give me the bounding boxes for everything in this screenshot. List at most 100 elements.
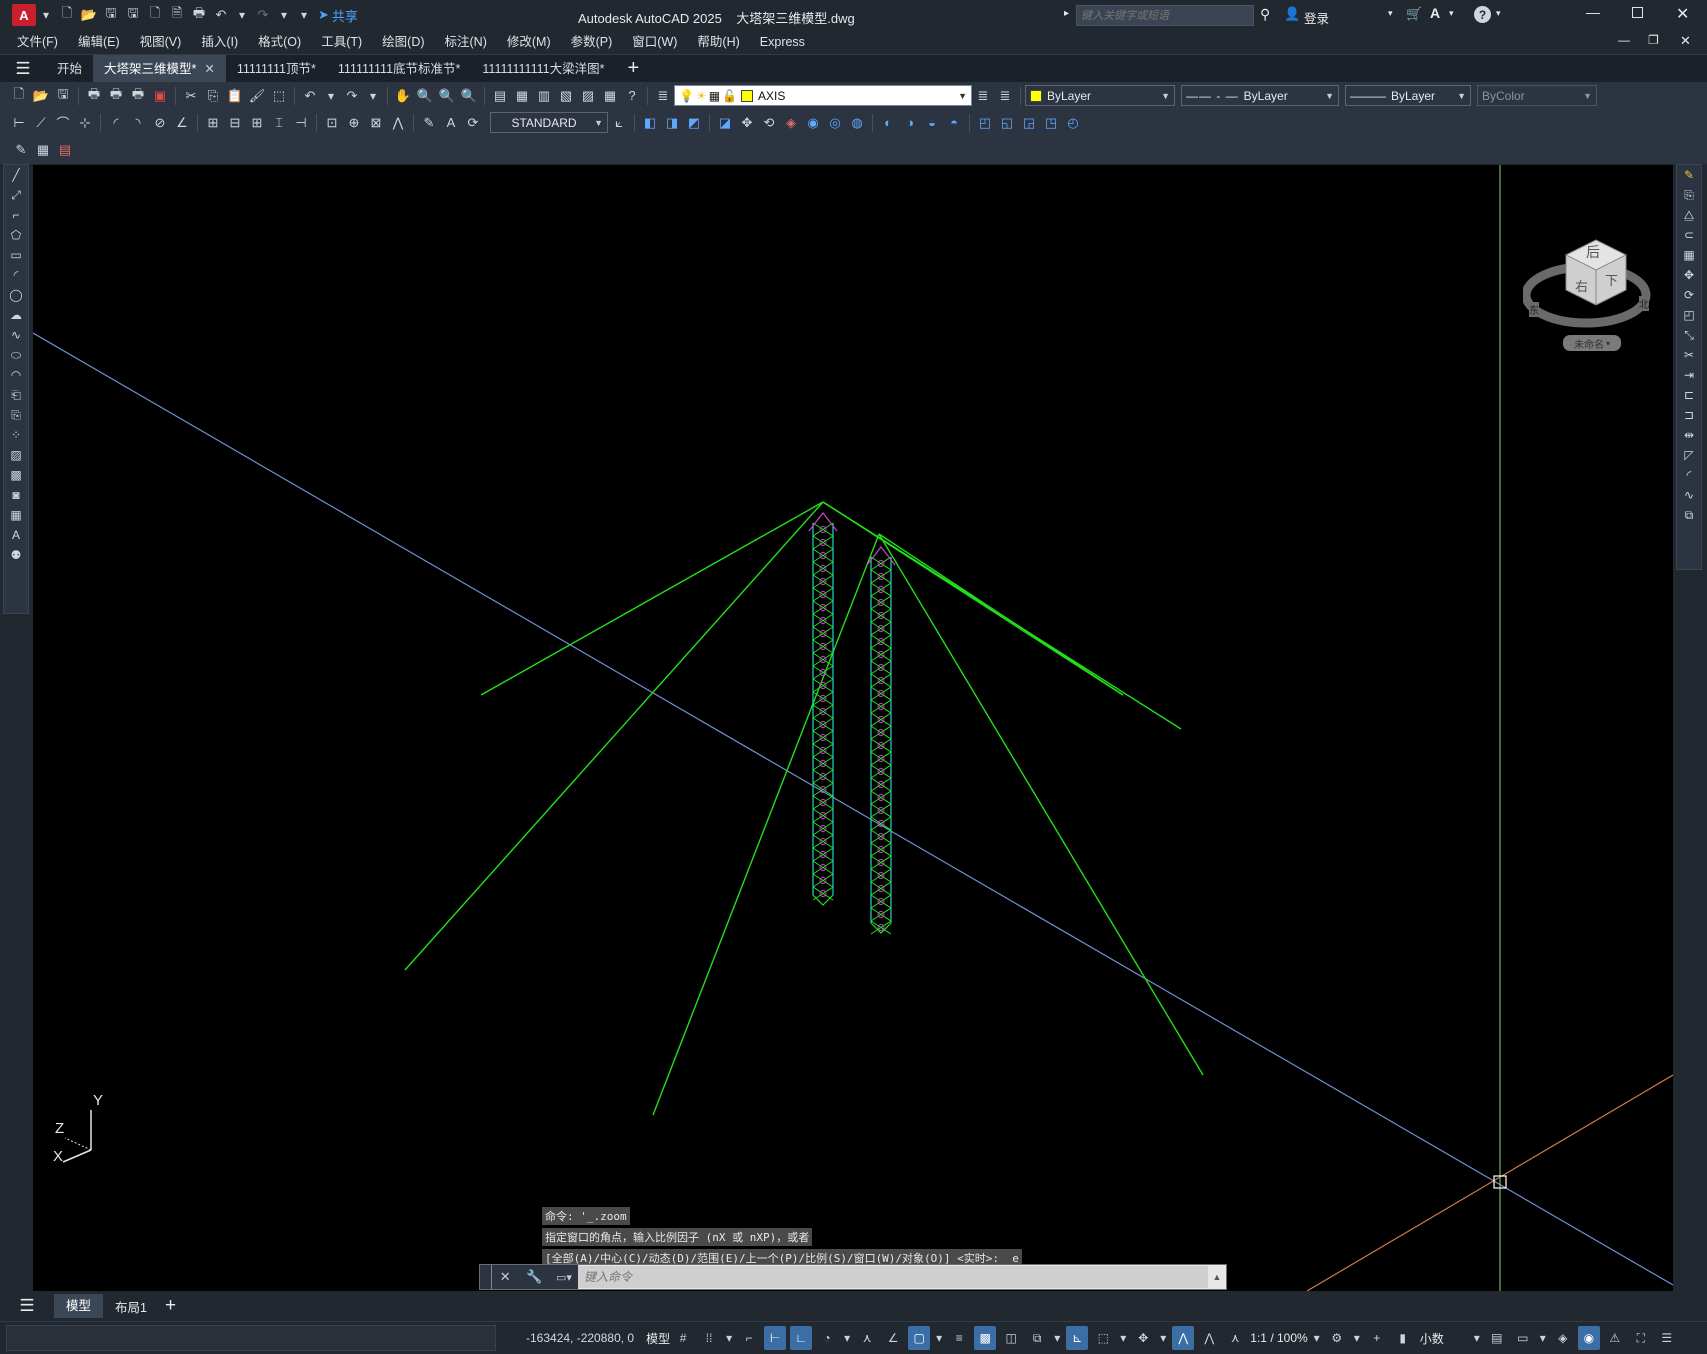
multiline-text-icon[interactable]: A [4, 525, 28, 545]
coordinates-readout[interactable]: -163424, -220880, 0 [526, 1331, 634, 1345]
expand-arrow-icon[interactable]: ▸ [1064, 8, 1069, 19]
help-icon[interactable]: ? [1474, 6, 1491, 23]
a360-dropdown-icon[interactable]: ▾ [1449, 8, 1454, 19]
workspace-dropdown-icon[interactable]: ▾ [1352, 1326, 1362, 1350]
tab-active-drawing[interactable]: 大塔架三维模型* ✕ [93, 54, 226, 83]
isodraft-icon[interactable]: ⋏ [856, 1326, 878, 1350]
construction-line-icon[interactable]: ⤢ [4, 185, 28, 205]
tab-start[interactable]: 开始 [46, 55, 93, 83]
viewcube-face-bottom[interactable]: 下 [1605, 270, 1618, 289]
publish-icon[interactable]: 🖶 [128, 86, 148, 106]
units-icon[interactable]: ▮ [1392, 1326, 1414, 1350]
doc-close-icon[interactable]: ✕ [1680, 33, 1691, 49]
search-input[interactable] [1076, 5, 1254, 26]
dimension-update-icon[interactable]: ⟳ [463, 113, 483, 133]
minimize-icon[interactable]: — [1586, 4, 1600, 20]
rotate-icon[interactable]: ⟳ [1677, 285, 1701, 305]
extend-icon[interactable]: ⇥ [1677, 365, 1701, 385]
polar-dropdown-icon[interactable]: ▾ [842, 1326, 852, 1350]
maximize-icon[interactable] [1632, 7, 1643, 18]
continue-dimension-icon[interactable]: ⊞ [247, 113, 267, 133]
autodesk-a360-icon[interactable]: A [1430, 5, 1440, 21]
polyline-icon[interactable]: ⌐ [4, 205, 28, 225]
layer-previous-icon[interactable]: ≣ [995, 86, 1015, 106]
array-icon[interactable]: ▦ [1677, 245, 1701, 265]
rotate-3d-icon[interactable]: ⟲ [759, 113, 779, 133]
units-value[interactable]: 小数 [1420, 1330, 1444, 1347]
close-icon[interactable]: ✕ [500, 1269, 511, 1285]
compass-east[interactable]: 东 [1529, 302, 1539, 317]
new-file-icon[interactable]: 🗋 [57, 5, 77, 25]
union-icon[interactable]: ◩ [684, 113, 704, 133]
menu-format[interactable]: 格式(O) [248, 30, 311, 54]
ordinate-dimension-icon[interactable]: ⊹ [75, 113, 95, 133]
polar-tracking-icon[interactable]: ◔ [816, 1326, 838, 1350]
open-icon[interactable]: 📂 [31, 86, 51, 106]
interfere-icon[interactable]: ◉ [803, 113, 823, 133]
scale-icon[interactable]: ◰ [1677, 305, 1701, 325]
new-icon[interactable]: 🗋 [9, 86, 29, 106]
scale-dropdown-icon[interactable]: ▾ [1312, 1326, 1322, 1350]
dimension-break-icon[interactable]: ⊣ [291, 113, 311, 133]
drawing-canvas[interactable]: 后 下 右 东 北 未命名 ▾ Y Z X [33, 165, 1673, 1291]
filter-dropdown-icon[interactable]: ▾ [1118, 1326, 1128, 1350]
ellipse-arc-icon[interactable]: ◠ [4, 365, 28, 385]
open-folder-icon[interactable]: 📂 [79, 5, 99, 25]
share-button[interactable]: ➤ 共享 [318, 6, 358, 25]
visual-style-conceptual-icon[interactable]: ◑ [900, 113, 920, 133]
add-selected-icon[interactable]: ⚉ [4, 545, 28, 565]
menu-tools[interactable]: 工具(T) [311, 30, 372, 54]
add-layout-plus-icon[interactable]: + [165, 1295, 176, 1317]
linetype-dropdown[interactable]: —— - — ByLayer ▼ [1181, 85, 1339, 106]
layer-viewport-icon[interactable]: ▦ [709, 89, 720, 103]
redo-icon[interactable]: ↷ [253, 5, 273, 25]
close-icon[interactable]: ✕ [1676, 4, 1689, 24]
dimension-style-icon[interactable]: ⟀ [609, 113, 629, 133]
gizmo-icon[interactable]: ✥ [1132, 1326, 1154, 1350]
menu-insert[interactable]: 插入(I) [191, 30, 248, 54]
menu-dimension[interactable]: 标注(N) [435, 30, 497, 54]
menu-draw[interactable]: 绘图(D) [372, 30, 434, 54]
make-current-layer-icon[interactable]: ≣ [973, 86, 993, 106]
plot-preview-icon[interactable]: 🖶 [106, 86, 126, 106]
flatshot-icon[interactable]: ◍ [847, 113, 867, 133]
dimstyle-dropdown[interactable]: STANDARD ▼ [490, 112, 608, 133]
save-as-icon[interactable]: 🖫 [123, 5, 143, 25]
command-history-toggle-icon[interactable]: ▲ [1208, 1272, 1226, 1282]
baseline-dimension-icon[interactable]: ⊟ [225, 113, 245, 133]
save-icon[interactable]: 🖫 [53, 86, 73, 106]
join-icon[interactable]: ⇹ [1677, 425, 1701, 445]
copy-icon[interactable]: ⎘ [203, 86, 223, 106]
annotation-scale-value[interactable]: 1:1 / 100% [1250, 1331, 1307, 1345]
markup-icon[interactable]: ▨ [578, 86, 598, 106]
doc-minimize-icon[interactable]: — [1618, 33, 1630, 47]
box-icon[interactable]: ◧ [640, 113, 660, 133]
dimension-text-edit-icon[interactable]: A [441, 113, 461, 133]
lock-ui-dropdown-icon[interactable]: ▾ [1538, 1326, 1548, 1350]
imprint-icon[interactable]: ◓ [944, 113, 964, 133]
viewcube[interactable]: 后 下 右 东 北 [1521, 210, 1673, 340]
open-web-icon[interactable]: 🗋 [145, 5, 165, 25]
break-icon[interactable]: ⊐ [1677, 405, 1701, 425]
hardware-acceleration-icon[interactable]: ◉ [1577, 1326, 1600, 1350]
section-plane-icon[interactable]: ◎ [825, 113, 845, 133]
units-dropdown-icon[interactable]: ▾ [1472, 1326, 1482, 1350]
gradient-icon[interactable]: ▩ [4, 465, 28, 485]
new-tab-plus-icon[interactable]: + [627, 57, 639, 80]
customize-qat-icon[interactable]: ▾ [295, 6, 313, 24]
object-snap-tracking-icon[interactable]: ∠ [882, 1326, 904, 1350]
block-editor-icon[interactable]: ⬚ [269, 86, 289, 106]
edge-fillet-icon[interactable]: ◈ [781, 113, 801, 133]
menu-view[interactable]: 视图(V) [130, 30, 192, 54]
command-prompt-icon[interactable]: ▭▾ [550, 1265, 578, 1289]
arc-icon[interactable]: ◜ [4, 265, 28, 285]
menu-edit[interactable]: 编辑(E) [68, 30, 130, 54]
snap-icon[interactable]: ⁞⁞ [698, 1326, 720, 1350]
mirror-icon[interactable]: ⧋ [1677, 205, 1701, 225]
clean-screen-icon[interactable]: ⛶ [1630, 1326, 1652, 1350]
zoom-realtime-icon[interactable]: 🔍 [415, 86, 435, 106]
layer-on-icon[interactable]: 💡 [679, 89, 694, 103]
polygon-icon[interactable]: ⬠ [4, 225, 28, 245]
ucs-menu-button[interactable]: 未命名 ▾ [1563, 335, 1621, 351]
inspection-icon[interactable]: ⊠ [366, 113, 386, 133]
